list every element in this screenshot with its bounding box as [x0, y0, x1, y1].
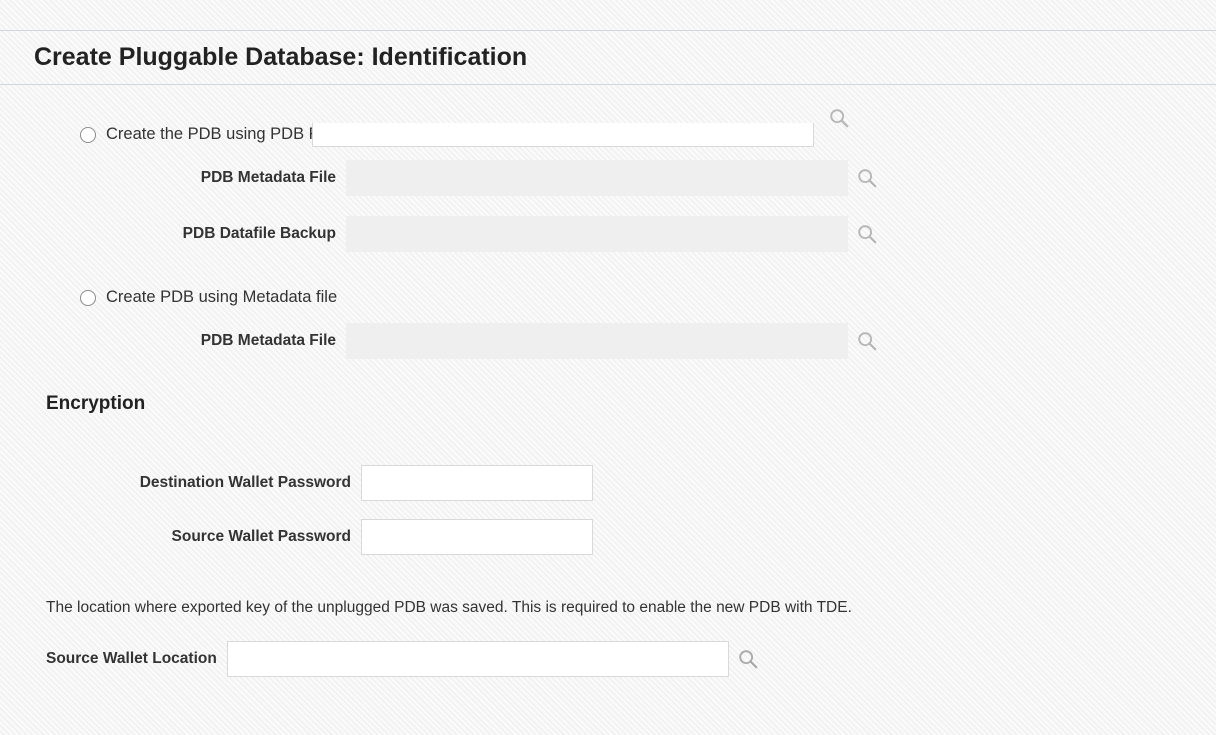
label-pdb-metadata-file-1: PDB Metadata File: [46, 169, 346, 187]
radio-label-metadata: Create PDB using Metadata file: [106, 288, 337, 307]
encryption-help-text: The location where exported key of the u…: [46, 599, 1170, 617]
radio-create-pdb-file-set[interactable]: [80, 127, 96, 143]
label-dest-wallet-password: Destination Wallet Password: [46, 474, 361, 492]
input-pdb-metadata-file-2: [346, 323, 848, 359]
input-src-wallet-password[interactable]: [361, 519, 593, 555]
search-icon[interactable]: [737, 648, 759, 670]
label-src-wallet-location: Source Wallet Location: [46, 650, 227, 668]
upper-partial-input[interactable]: [312, 123, 814, 147]
radio-create-pdb-metadata-file[interactable]: [80, 290, 96, 306]
search-icon[interactable]: [856, 167, 878, 189]
input-src-wallet-location[interactable]: [227, 641, 729, 677]
input-pdb-metadata-file-1: [346, 160, 848, 196]
encryption-heading: Encryption: [46, 393, 1170, 415]
label-pdb-metadata-file-2: PDB Metadata File: [46, 332, 346, 350]
search-icon[interactable]: [828, 107, 850, 129]
title-divider: [0, 84, 1216, 85]
input-pdb-datafile-backup: [346, 216, 848, 252]
page-title: Create Pluggable Database: Identificatio…: [0, 31, 1216, 84]
search-icon[interactable]: [856, 330, 878, 352]
label-src-wallet-password: Source Wallet Password: [46, 528, 361, 546]
search-icon[interactable]: [856, 223, 878, 245]
input-dest-wallet-password[interactable]: [361, 465, 593, 501]
label-pdb-datafile-backup: PDB Datafile Backup: [46, 225, 346, 243]
